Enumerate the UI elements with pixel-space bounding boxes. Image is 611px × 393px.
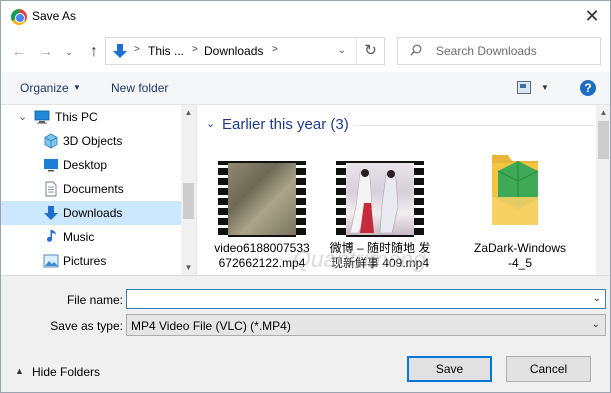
- sidebar-item-label: This PC: [55, 110, 98, 124]
- film-strip-icon: [296, 161, 306, 237]
- breadcrumb-separator[interactable]: >: [272, 44, 278, 55]
- help-icon[interactable]: ?: [580, 80, 596, 96]
- search-input[interactable]: [436, 44, 596, 58]
- desktop-icon: [44, 159, 58, 172]
- download-arrow-icon: [113, 44, 127, 58]
- chevron-down-icon[interactable]: ⌄: [206, 117, 215, 130]
- save-type-select[interactable]: MP4 Video File (VLC) (*.MP4) ⌄: [126, 314, 606, 336]
- sidebar-scrollbar[interactable]: ▲ ▼: [181, 105, 196, 275]
- scrollbar-thumb[interactable]: [598, 121, 609, 159]
- chevron-up-icon: ▲: [15, 366, 24, 376]
- figures-image: [349, 169, 399, 234]
- cube-icon: [44, 133, 58, 149]
- sidebar-item-label: Music: [63, 230, 95, 244]
- file-name-input[interactable]: [130, 292, 580, 306]
- forward-button[interactable]: →: [37, 42, 55, 62]
- file-name-label: File name:: [66, 293, 123, 307]
- save-button[interactable]: Save: [407, 356, 492, 382]
- film-strip-icon: [414, 161, 424, 237]
- film-strip-icon: [218, 161, 228, 237]
- sidebar-item-label: Pictures: [63, 254, 107, 268]
- folder-name: ZaDark-Windows -4_5: [473, 241, 566, 270]
- close-button[interactable]: ✕: [578, 5, 606, 27]
- sidebar-item-label: Documents: [63, 182, 124, 196]
- up-folder-button[interactable]: ↑: [85, 42, 103, 62]
- file-name-field[interactable]: ⌄: [126, 289, 606, 309]
- video-thumbnail: [218, 161, 306, 237]
- chrome-icon: [11, 9, 27, 25]
- video-frame: [228, 163, 296, 235]
- video-thumbnail: [336, 161, 424, 237]
- toolbar: Organize ▼ New folder ▼ ?: [1, 72, 610, 105]
- address-bar[interactable]: > This ... > Downloads > ⌄ ↻: [105, 37, 385, 65]
- film-strip-icon: [336, 161, 346, 237]
- save-as-dialog: Save As ✕ ← → ⌄ ↑ > This ... > Downloads…: [0, 0, 611, 393]
- file-list-scrollbar[interactable]: ▲: [596, 105, 610, 275]
- navigation-pane: ⌄ This PC 3D Objects Desktop Documents D…: [1, 105, 197, 275]
- sidebar-item-this-pc[interactable]: ⌄ This PC: [1, 105, 182, 129]
- sidebar-item-desktop[interactable]: Desktop: [1, 153, 182, 177]
- cancel-button[interactable]: Cancel: [506, 356, 591, 382]
- refresh-button[interactable]: ↻: [356, 38, 384, 64]
- group-divider: [354, 125, 594, 126]
- scroll-up-button[interactable]: ▲: [181, 105, 196, 120]
- pictures-icon: [43, 254, 59, 268]
- new-folder-button[interactable]: New folder: [111, 81, 168, 95]
- address-dropdown-button[interactable]: ⌄: [332, 40, 352, 62]
- sidebar-item-music[interactable]: Music: [1, 225, 182, 249]
- sidebar-item-label: Downloads: [63, 206, 123, 220]
- scrollbar-thumb[interactable]: [183, 183, 194, 219]
- view-dropdown-icon[interactable]: ▼: [541, 83, 549, 92]
- folder-icon: [492, 155, 539, 225]
- download-icon: [44, 206, 58, 220]
- folder-item[interactable]: ZaDark-Windows -4_5: [468, 149, 572, 275]
- scroll-down-button[interactable]: ▼: [181, 260, 196, 275]
- group-header[interactable]: Earlier this year (3): [222, 116, 349, 133]
- save-form: File name: ⌄ Save as type: MP4 Video Fil…: [1, 275, 610, 392]
- sidebar-item-downloads[interactable]: Downloads: [1, 201, 182, 225]
- sidebar-item-label: 3D Objects: [63, 134, 123, 148]
- sidebar-item-pictures[interactable]: Pictures: [1, 249, 182, 273]
- computer-icon: [34, 110, 50, 124]
- window-title: Save As: [32, 9, 77, 23]
- chevron-down-icon[interactable]: ⌄: [593, 293, 601, 304]
- navigation-bar: ← → ⌄ ↑ > This ... > Downloads > ⌄ ↻: [1, 32, 610, 72]
- view-options-icon[interactable]: [517, 81, 531, 94]
- breadcrumb-this-pc[interactable]: This ...: [148, 44, 184, 58]
- back-button[interactable]: ←: [10, 42, 28, 62]
- breadcrumb-downloads[interactable]: Downloads: [204, 44, 263, 58]
- music-note-icon: [47, 230, 56, 242]
- breadcrumb-separator[interactable]: >: [134, 44, 140, 55]
- sidebar-item-label: Desktop: [63, 158, 108, 172]
- document-icon: [45, 181, 57, 197]
- title-bar: Save As ✕: [1, 1, 610, 32]
- watermark-text: Quantrimang: [293, 246, 426, 272]
- recent-locations-button[interactable]: ⌄: [63, 42, 75, 62]
- organize-button[interactable]: Organize: [20, 81, 69, 95]
- sidebar-item-documents[interactable]: Documents: [1, 177, 182, 201]
- chevron-down-icon[interactable]: ⌄: [18, 110, 27, 123]
- search-box[interactable]: [397, 37, 601, 65]
- breadcrumb-separator[interactable]: >: [192, 44, 198, 55]
- save-type-value: MP4 Video File (VLC) (*.MP4): [131, 319, 291, 333]
- video-frame: [346, 163, 414, 235]
- hide-folders-label: Hide Folders: [32, 365, 101, 379]
- chevron-down-icon[interactable]: ⌄: [592, 319, 600, 330]
- scroll-up-button[interactable]: ▲: [596, 105, 610, 120]
- sidebar-item-3d-objects[interactable]: 3D Objects: [1, 129, 182, 153]
- search-icon: [410, 44, 422, 56]
- organize-dropdown-icon[interactable]: ▼: [73, 83, 81, 92]
- save-type-label: Save as type:: [50, 319, 123, 333]
